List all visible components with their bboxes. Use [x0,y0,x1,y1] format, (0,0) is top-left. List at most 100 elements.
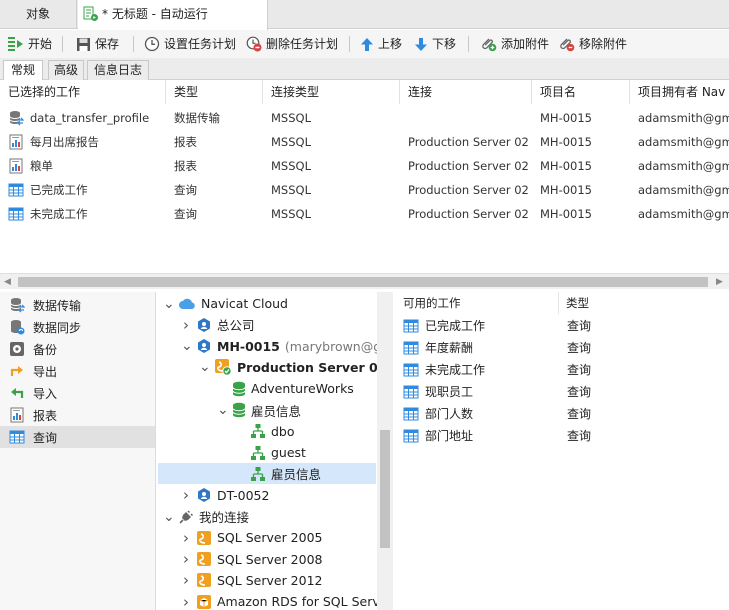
job-project-cell: MH-0015 [540,159,592,173]
collapse-arrow-icon[interactable]: ⌄ [217,402,229,418]
column-header-job[interactable]: 已选择的工作 [0,80,166,104]
tree-node[interactable]: ⌄ Production Server 02 [199,357,377,378]
available-job-type-cell: 查询 [567,429,592,443]
delete-schedule-button[interactable]: 删除任务计划 [246,35,338,53]
collapse-arrow-icon[interactable]: ⌄ [199,359,211,375]
scroll-right-icon[interactable]: ▶ [716,277,723,287]
tab-objects[interactable]: 对象 [0,0,77,29]
move-up-button[interactable]: 上移 [360,35,402,53]
tree-node[interactable]: ⌄ MH-0015 (marybrown@gma [181,336,377,357]
table-row[interactable]: 粮单 报表 MSSQL Production Server 02 MH-0015 adam… [0,154,729,178]
project-icon [196,338,212,354]
query-icon [403,362,419,378]
category-item[interactable]: 导入 [0,382,155,404]
collapse-arrow-icon[interactable]: ⌄ [181,338,193,354]
database-icon [232,402,246,418]
save-button[interactable]: 保存 [76,35,119,53]
tree-node[interactable]: › 总公司 [181,314,255,335]
available-job-name: 已完成工作 [425,319,486,333]
expand-arrow-icon[interactable]: › [181,486,191,504]
add-attachment-button[interactable]: 添加附件 [480,35,549,53]
table-row[interactable]: data_transfer_profile 数据传输 MSSQL MH-0015 ada… [0,106,729,130]
tab-advanced[interactable]: 高级 [48,60,84,80]
category-item[interactable]: 查询 [0,426,155,448]
expand-arrow-icon[interactable]: › [181,550,191,568]
clock-icon [144,36,160,52]
category-item[interactable]: 数据传输 [0,294,155,316]
automation-icon [83,6,99,22]
column-header-owner[interactable]: 项目拥有者 Nav [630,80,729,104]
available-job-name-cell: 未完成工作 [403,359,563,381]
tab-untitled-automation[interactable]: * 无标题 - 自动运行 [78,0,268,30]
collapse-arrow-icon[interactable]: ⌄ [163,509,175,525]
tree-node-label: guest [271,445,306,461]
tree-scroll-thumb[interactable] [380,430,390,548]
table-row[interactable]: 已完成工作 查询 MSSQL Production Server 02 MH-0015 a… [0,178,729,202]
column-header-connection-type[interactable]: 连接类型 [263,80,400,104]
scroll-left-icon[interactable]: ◀ [4,277,11,287]
tree-node-label: 雇员信息 [251,403,302,419]
tree-node[interactable]: › SQL Server 2005 [181,527,323,548]
horizontal-scroll-thumb[interactable] [18,277,708,287]
category-item[interactable]: 数据同步 [0,316,155,338]
tree-node-label: SQL Server 2005 [217,530,323,546]
job-project-cell: MH-0015 [540,183,592,197]
tree-node-label: Navicat Cloud [201,296,288,311]
tree-node-label: 总公司 [217,318,255,334]
expand-arrow-icon[interactable]: › [181,316,191,334]
column-header-connection[interactable]: 连接 [400,80,532,104]
expand-arrow-icon[interactable]: › [181,571,191,589]
tree-node[interactable]: guest [235,442,306,463]
tree-node[interactable]: 雇员信息 [158,463,376,485]
job-name-cell: 每月出席报告 [0,130,166,154]
tree-node-label: Production Server 02 [237,359,377,375]
tab-advanced-label: 高级 [53,63,78,77]
available-job-name: 部门人数 [425,407,474,421]
expand-arrow-icon[interactable]: › [181,593,191,610]
horizontal-scrollbar[interactable]: ◀ ▶ [0,273,729,289]
column-header-available-type[interactable]: 类型 [559,292,729,314]
column-header-available-job[interactable]: 可用的工作 [396,292,559,314]
tree-node[interactable]: › Amazon RDS for SQL Server [181,591,377,610]
set-schedule-label: 设置任务计划 [164,37,237,51]
list-item[interactable]: 未完成工作 查询 [396,359,729,381]
table-row[interactable]: 未完成工作 查询 MSSQL Production Server 02 MH-0015 a… [0,202,729,226]
tree-node[interactable]: ⌄ 雇员信息 [217,400,301,421]
tree-node[interactable]: ⌄ 我的连接 [163,506,249,527]
category-item[interactable]: 报表 [0,404,155,426]
tab-general[interactable]: 常规 [3,60,43,81]
job-name-cell: data_transfer_profile [0,106,166,130]
list-item[interactable]: 部门人数 查询 [396,403,729,425]
collapse-arrow-icon[interactable]: ⌄ [163,296,175,312]
tree-node[interactable]: AdventureWorks [217,378,354,399]
tree-node[interactable]: › DT-0052 [181,485,269,506]
category-item[interactable]: 导出 [0,360,155,382]
category-item[interactable]: 备份 [0,338,155,360]
list-item[interactable]: 部门地址 查询 [396,425,729,447]
category-label: 报表 [33,408,58,423]
set-schedule-button[interactable]: 设置任务计划 [144,35,236,53]
job-connection-cell [408,106,530,130]
move-down-button[interactable]: 下移 [414,35,456,53]
tree-node[interactable]: › SQL Server 2012 [181,570,323,591]
list-item[interactable]: 现职员工 查询 [396,381,729,403]
tree-node[interactable]: › SQL Server 2008 [181,549,323,570]
job-name-cell: 粮单 [0,154,166,178]
expand-arrow-icon[interactable]: › [181,529,191,547]
list-item[interactable]: 年度薪酬 查询 [396,337,729,359]
sqlserver-icon [196,572,212,588]
tree-node[interactable]: dbo [235,421,295,442]
start-button[interactable]: 开始 [7,35,52,53]
tab-log[interactable]: 信息日志 [87,60,149,80]
tree-node[interactable]: ⌄ Navicat Cloud [163,293,288,314]
column-header-project[interactable]: 项目名 [532,80,630,104]
job-conn-type-cell: MSSQL [271,111,311,125]
remove-attachment-button[interactable]: 移除附件 [558,35,627,53]
column-header-type[interactable]: 类型 [166,80,263,104]
header-conn-type-label: 连接类型 [271,85,320,99]
available-job-name-cell: 年度薪酬 [403,337,563,359]
list-item[interactable]: 已完成工作 查询 [396,315,729,337]
tree-vertical-scrollbar[interactable] [377,292,393,610]
table-row[interactable]: 每月出席报告 报表 MSSQL Production Server 02 MH-0015… [0,130,729,154]
job-type-cell: 报表 [174,135,197,149]
